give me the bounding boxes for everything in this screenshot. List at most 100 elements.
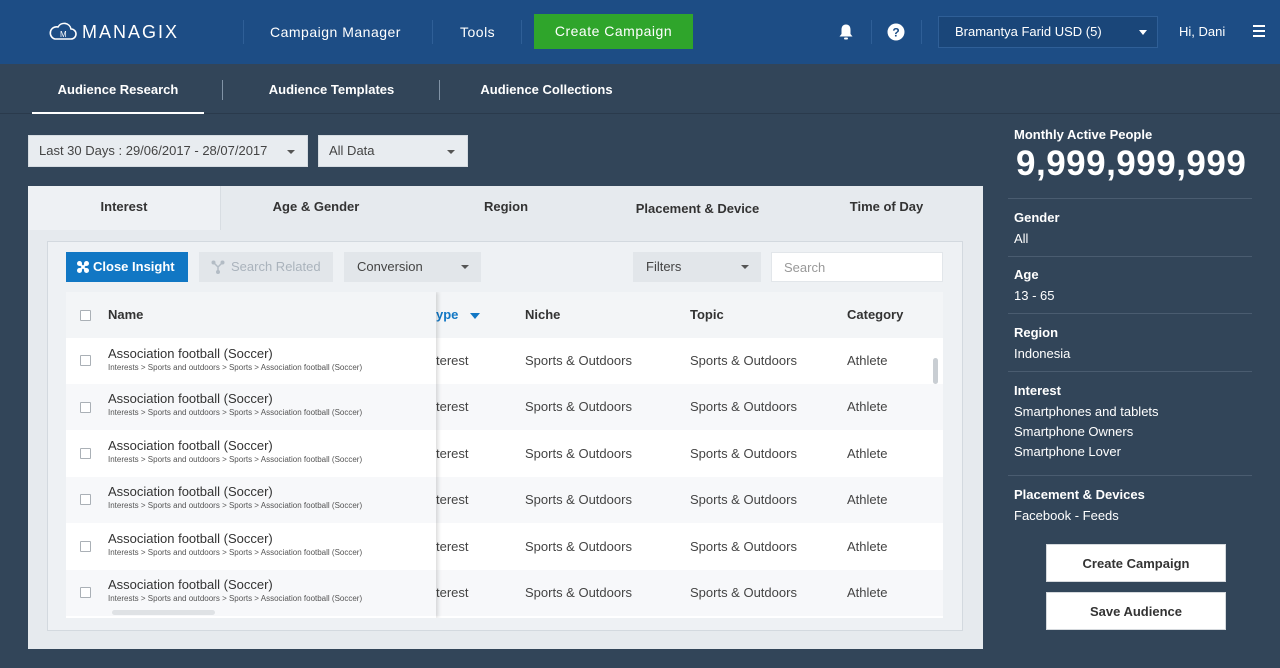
topic-cell: Sports & Outdoors — [690, 492, 797, 507]
create-campaign-button[interactable]: Create Campaign — [534, 14, 693, 49]
topic-cell: Sports & Outdoors — [690, 399, 797, 414]
row-checkbox[interactable] — [80, 587, 91, 598]
close-insight-label: Close Insight — [93, 259, 175, 274]
date-range-value: Last 30 Days : 29/06/2017 - 28/07/2017 — [39, 143, 268, 158]
interest-label: Interest — [1014, 383, 1061, 398]
tab-placement-device[interactable]: Placement & Device — [601, 186, 794, 230]
horizontal-scrollbar[interactable] — [112, 610, 215, 615]
divider — [1008, 256, 1252, 257]
tab-age-gender[interactable]: Age & Gender — [221, 186, 411, 230]
niche-cell: Sports & Outdoors — [525, 446, 632, 461]
column-name[interactable]: Name — [66, 292, 436, 338]
search-related-button[interactable]: Search Related — [199, 252, 333, 282]
related-network-icon — [211, 260, 225, 274]
sort-desc-icon — [470, 313, 481, 319]
tab-audience-research[interactable]: Audience Research — [32, 64, 204, 114]
account-label: Bramantya Farid USD (5) — [955, 24, 1102, 39]
audience-size-value: 9,999,999,999 — [1016, 144, 1247, 183]
tab-interest[interactable]: Interest — [28, 186, 221, 230]
row-checkbox[interactable] — [80, 494, 91, 505]
topic-cell: Sports & Outdoors — [690, 353, 797, 368]
cloud-logo-icon: M — [49, 22, 77, 40]
row-checkbox[interactable] — [80, 541, 91, 552]
insight-container: Close Insight Search Related Conversion … — [47, 241, 963, 631]
close-insight-button[interactable]: Close Insight — [66, 252, 188, 282]
type-cell: terest — [436, 399, 469, 414]
column-niche[interactable]: Niche — [525, 292, 560, 338]
date-range-select[interactable]: Last 30 Days : 29/06/2017 - 28/07/2017 — [28, 135, 308, 167]
bell-icon[interactable] — [836, 22, 856, 42]
divider — [1008, 371, 1252, 372]
type-cell: terest — [436, 585, 469, 600]
account-select[interactable]: Bramantya Farid USD (5) — [938, 16, 1158, 48]
divider — [521, 20, 522, 44]
name-row[interactable]: Association football (Soccer) Interests … — [66, 477, 436, 523]
interest-path: Interests > Sports and outdoors > Sports… — [108, 594, 363, 603]
name-row[interactable]: Association football (Soccer) Interests … — [66, 338, 436, 384]
type-cell: terest — [436, 539, 469, 554]
research-panel: Interest Age & Gender Region Placement &… — [28, 186, 983, 649]
interest-path: Interests > Sports and outdoors > Sports… — [108, 408, 363, 417]
divider — [1008, 198, 1252, 199]
region-value: Indonesia — [1014, 346, 1071, 361]
chevron-down-icon — [1139, 30, 1147, 35]
user-greeting[interactable]: Hi, Dani — [1179, 0, 1225, 64]
nav-tools[interactable]: Tools — [460, 0, 495, 64]
category-cell: Athlete — [847, 353, 888, 368]
select-all-checkbox[interactable] — [80, 310, 91, 321]
audience-size-label: Monthly Active People — [1014, 127, 1153, 142]
column-category[interactable]: Category — [847, 292, 903, 338]
age-label: Age — [1014, 267, 1039, 282]
niche-cell: Sports & Outdoors — [525, 539, 632, 554]
row-checkbox[interactable] — [80, 355, 91, 366]
tab-time-of-day[interactable]: Time of Day — [794, 186, 979, 230]
search-input[interactable] — [771, 252, 943, 282]
interest-name: Association football (Soccer) — [108, 438, 273, 453]
niche-cell: Sports & Outdoors — [525, 399, 632, 414]
panel-tabs: Interest Age & Gender Region Placement &… — [28, 186, 983, 230]
interest-path: Interests > Sports and outdoors > Sports… — [108, 501, 363, 510]
help-icon[interactable]: ? — [886, 22, 906, 42]
tab-region[interactable]: Region — [411, 186, 601, 230]
column-type[interactable]: ype — [436, 292, 481, 338]
nav-campaign-manager[interactable]: Campaign Manager — [270, 0, 401, 64]
data-scope-select[interactable]: All Data — [318, 135, 468, 167]
divider — [921, 20, 922, 44]
gender-value: All — [1014, 231, 1029, 246]
type-cell: terest — [436, 492, 469, 507]
age-value: 13 - 65 — [1014, 288, 1055, 303]
column-topic[interactable]: Topic — [690, 292, 724, 338]
conversion-select[interactable]: Conversion — [344, 252, 481, 282]
svg-text:?: ? — [892, 25, 899, 39]
row-checkbox[interactable] — [80, 402, 91, 413]
create-campaign-side-button[interactable]: Create Campaign — [1046, 544, 1226, 582]
topic-cell: Sports & Outdoors — [690, 539, 797, 554]
menu-icon[interactable] — [1253, 25, 1265, 37]
data-scope-value: All Data — [329, 143, 375, 158]
filters-select[interactable]: Filters — [633, 252, 761, 282]
interest-name: Association football (Soccer) — [108, 391, 273, 406]
logo[interactable]: M MANAGIX — [48, 18, 179, 46]
conversion-value: Conversion — [357, 259, 423, 274]
search-related-label: Search Related — [231, 259, 321, 274]
vertical-scrollbar[interactable] — [933, 358, 938, 384]
tab-audience-templates[interactable]: Audience Templates — [243, 64, 420, 114]
row-checkbox[interactable] — [80, 448, 91, 459]
placement-value: Facebook - Feeds — [1014, 508, 1119, 523]
topic-cell: Sports & Outdoors — [690, 446, 797, 461]
interest-name: Association football (Soccer) — [108, 531, 273, 546]
interest-name: Association football (Soccer) — [108, 577, 273, 592]
category-cell: Athlete — [847, 446, 888, 461]
name-row[interactable]: Association football (Soccer) Interests … — [66, 524, 436, 570]
placement-label: Placement & Devices — [1014, 487, 1145, 502]
interest-value: Smartphone Owners — [1014, 424, 1134, 439]
name-row[interactable]: Association football (Soccer) Interests … — [66, 384, 436, 430]
interest-path: Interests > Sports and outdoors > Sports… — [108, 455, 363, 464]
region-label: Region — [1014, 325, 1059, 340]
save-audience-button[interactable]: Save Audience — [1046, 592, 1226, 630]
frozen-name-column: Name Association football (Soccer) Inter… — [66, 292, 436, 618]
tab-audience-collections[interactable]: Audience Collections — [458, 64, 635, 114]
interest-name: Association football (Soccer) — [108, 346, 273, 361]
logo-text: MANAGIX — [82, 21, 180, 42]
name-row[interactable]: Association football (Soccer) Interests … — [66, 431, 436, 477]
